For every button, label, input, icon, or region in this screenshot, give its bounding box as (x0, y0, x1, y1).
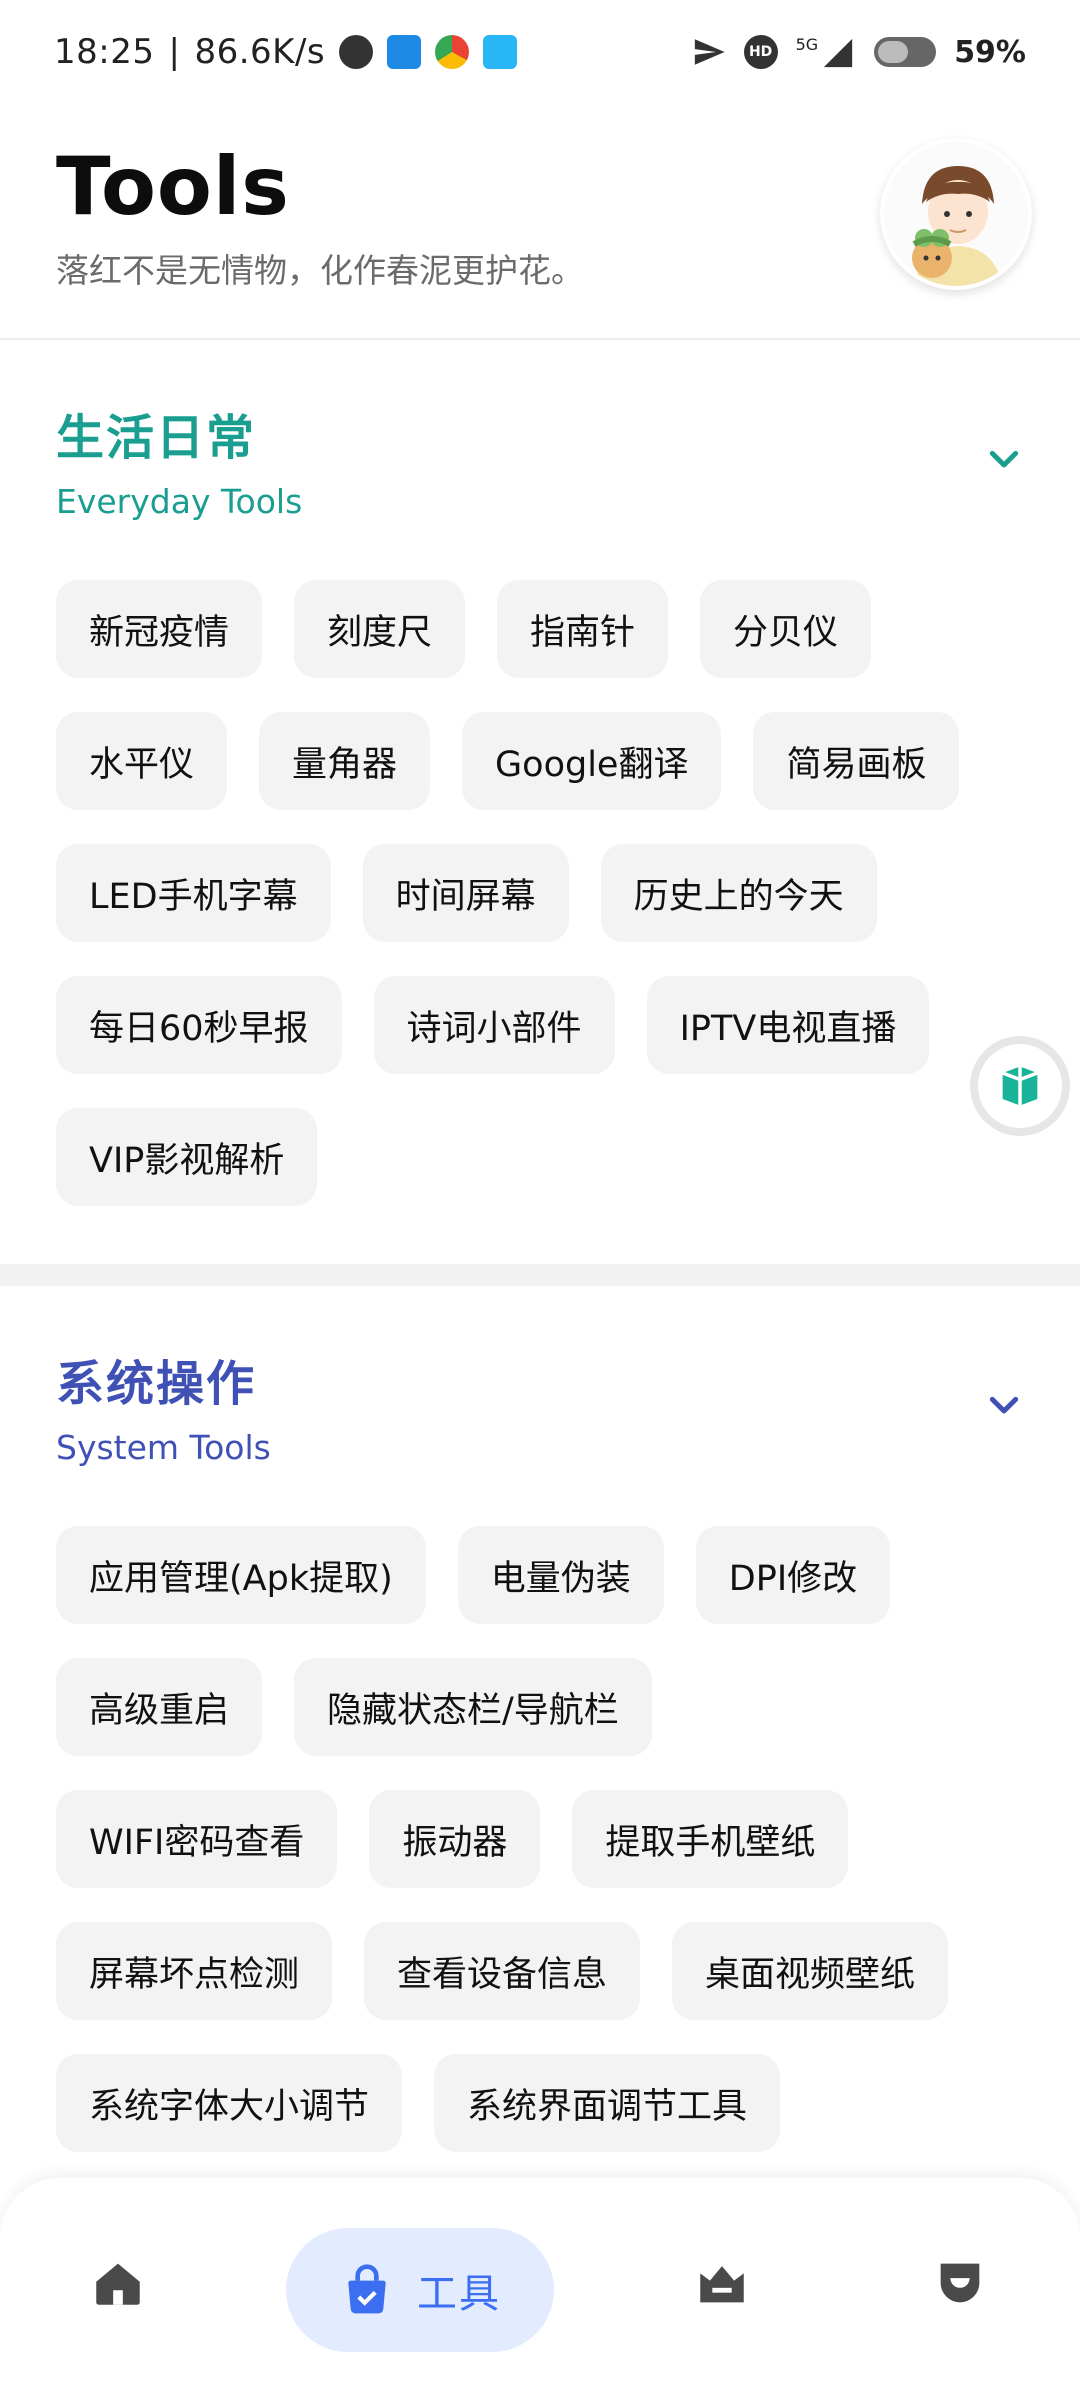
tool-chip-decibel[interactable]: 分贝仪 (700, 580, 872, 678)
tool-chip-video-wallpaper[interactable]: 桌面视频壁纸 (672, 1922, 949, 2020)
cube-icon (1002, 1066, 1038, 1106)
tool-chip-hide-bars[interactable]: 隐藏状态栏/导航栏 (294, 1658, 652, 1756)
tool-chip-font-size[interactable]: 系统字体大小调节 (56, 2054, 403, 2152)
avatar-illustration (884, 142, 1028, 286)
tool-chip-iptv[interactable]: IPTV电视直播 (646, 976, 930, 1074)
tool-chip-compass[interactable]: 指南针 (497, 580, 669, 678)
tool-chip-ui-tuner[interactable]: 系统界面调节工具 (434, 2054, 781, 2152)
tool-chip-dpi[interactable]: DPI修改 (695, 1526, 891, 1624)
book-app-icon (483, 35, 518, 69)
chip-row: 高级重启 隐藏状态栏/导航栏 (56, 1658, 1036, 1756)
tool-chip-led-subtitle[interactable]: LED手机字幕 (56, 844, 331, 942)
avatar[interactable] (880, 138, 1032, 290)
tool-chip-time-screen[interactable]: 时间屏幕 (362, 844, 569, 942)
chip-row: LED手机字幕 时间屏幕 历史上的今天 (56, 844, 1036, 942)
tool-chip-covid[interactable]: 新冠疫情 (56, 580, 263, 678)
mail-app-icon (387, 35, 422, 69)
chip-row: WIFI密码查看 振动器 提取手机壁纸 (56, 1790, 1036, 1888)
chevron-down-icon[interactable] (984, 440, 1024, 480)
shield-icon (940, 2263, 980, 2303)
floating-cube-button[interactable] (970, 1036, 1070, 1136)
chip-row: 每日60秒早报 诗词小部件 IPTV电视直播 (56, 976, 1036, 1074)
section-title: 生活日常 (56, 410, 257, 466)
chip-row: 系统字体大小调节 系统界面调节工具 (56, 2054, 1036, 2152)
nav-vip[interactable] (672, 2228, 772, 2338)
crown-icon (700, 2266, 744, 2303)
bottom-navigation: 工具 (0, 2178, 1080, 2400)
tool-chip-drawing-board[interactable]: 简易画板 (753, 712, 960, 810)
section-divider (0, 1264, 1080, 1286)
chip-row: VIP影视解析 (56, 1108, 1036, 1206)
tool-chip-level[interactable]: 水平仪 (56, 712, 228, 810)
signal-icon (824, 38, 853, 67)
tool-chip-list: 应用管理(Apk提取) 电量伪装 DPI修改 高级重启 隐藏状态栏/导航栏 WI… (56, 1526, 1036, 2186)
page-header: Tools 落红不是无情物，化作春泥更护花。 (0, 110, 1080, 340)
tool-chip-advanced-reboot[interactable]: 高级重启 (56, 1658, 263, 1756)
network-type-label: 5G (795, 34, 819, 54)
chip-row: 应用管理(Apk提取) 电量伪装 DPI修改 (56, 1526, 1036, 1624)
tool-chip-app-manager[interactable]: 应用管理(Apk提取) (56, 1526, 426, 1624)
signal-group: 5G (796, 35, 857, 70)
tool-chip-poem-widget[interactable]: 诗词小部件 (373, 976, 615, 1074)
tool-chip-vibrator[interactable]: 振动器 (369, 1790, 541, 1888)
tool-chip-history-today[interactable]: 历史上的今天 (600, 844, 877, 942)
tool-chip-dead-pixel[interactable]: 屏幕坏点检测 (56, 1922, 333, 2020)
chip-row: 新冠疫情 刻度尺 指南针 分贝仪 (56, 580, 1036, 678)
nav-tools[interactable]: 工具 (286, 2228, 554, 2352)
toolbox-icon (348, 2264, 386, 2314)
chip-row: 水平仪 量角器 Google翻译 简易画板 (56, 712, 1036, 810)
tool-chip-device-info[interactable]: 查看设备信息 (364, 1922, 641, 2020)
tool-chip-list: 新冠疫情 刻度尺 指南针 分贝仪 水平仪 量角器 Google翻译 简易画板 L… (56, 580, 1036, 1240)
battery-toggle-icon (874, 37, 937, 67)
section-subtitle: System Tools (56, 1428, 271, 1467)
section-everyday-tools: 生活日常 Everyday Tools 新冠疫情 刻度尺 指南针 分贝仪 水平仪… (0, 340, 1080, 1260)
nav-profile[interactable] (910, 2228, 1010, 2338)
tool-chip-google-translate[interactable]: Google翻译 (462, 712, 722, 810)
tool-chip-wifi-password[interactable]: WIFI密码查看 (56, 1790, 338, 1888)
send-icon (694, 39, 725, 65)
tool-chip-extract-wallpaper[interactable]: 提取手机壁纸 (572, 1790, 849, 1888)
clock-icon (339, 35, 374, 69)
tool-chip-battery-fake[interactable]: 电量伪装 (457, 1526, 664, 1624)
status-net-speed: 86.6K/s (194, 32, 326, 72)
status-separator: | (168, 32, 181, 72)
page-title: Tools (56, 140, 290, 233)
nav-home[interactable] (68, 2228, 168, 2338)
status-bar: 18:25 | 86.6K/s HD 5G 59% (0, 0, 1080, 100)
nav-tools-label: 工具 (417, 2271, 501, 2317)
section-system-tools: 系统操作 System Tools 应用管理(Apk提取) 电量伪装 DPI修改… (0, 1286, 1080, 2166)
status-time: 18:25 (54, 32, 155, 72)
chip-row: 屏幕坏点检测 查看设备信息 桌面视频壁纸 (56, 1922, 1036, 2020)
tool-chip-daily-news[interactable]: 每日60秒早报 (56, 976, 342, 1074)
chrome-icon (435, 35, 470, 69)
section-title: 系统操作 (56, 1356, 257, 1412)
tool-chip-vip-video[interactable]: VIP影视解析 (56, 1108, 318, 1206)
battery-level: 59% (954, 34, 1026, 70)
hd-badge: HD (743, 35, 778, 69)
page-subtitle: 落红不是无情物，化作春泥更护花。 (56, 251, 584, 290)
tool-chip-ruler[interactable]: 刻度尺 (294, 580, 466, 678)
home-icon (96, 2263, 140, 2305)
chevron-down-icon[interactable] (984, 1386, 1024, 1426)
section-subtitle: Everyday Tools (56, 482, 303, 521)
tool-chip-protractor[interactable]: 量角器 (259, 712, 431, 810)
